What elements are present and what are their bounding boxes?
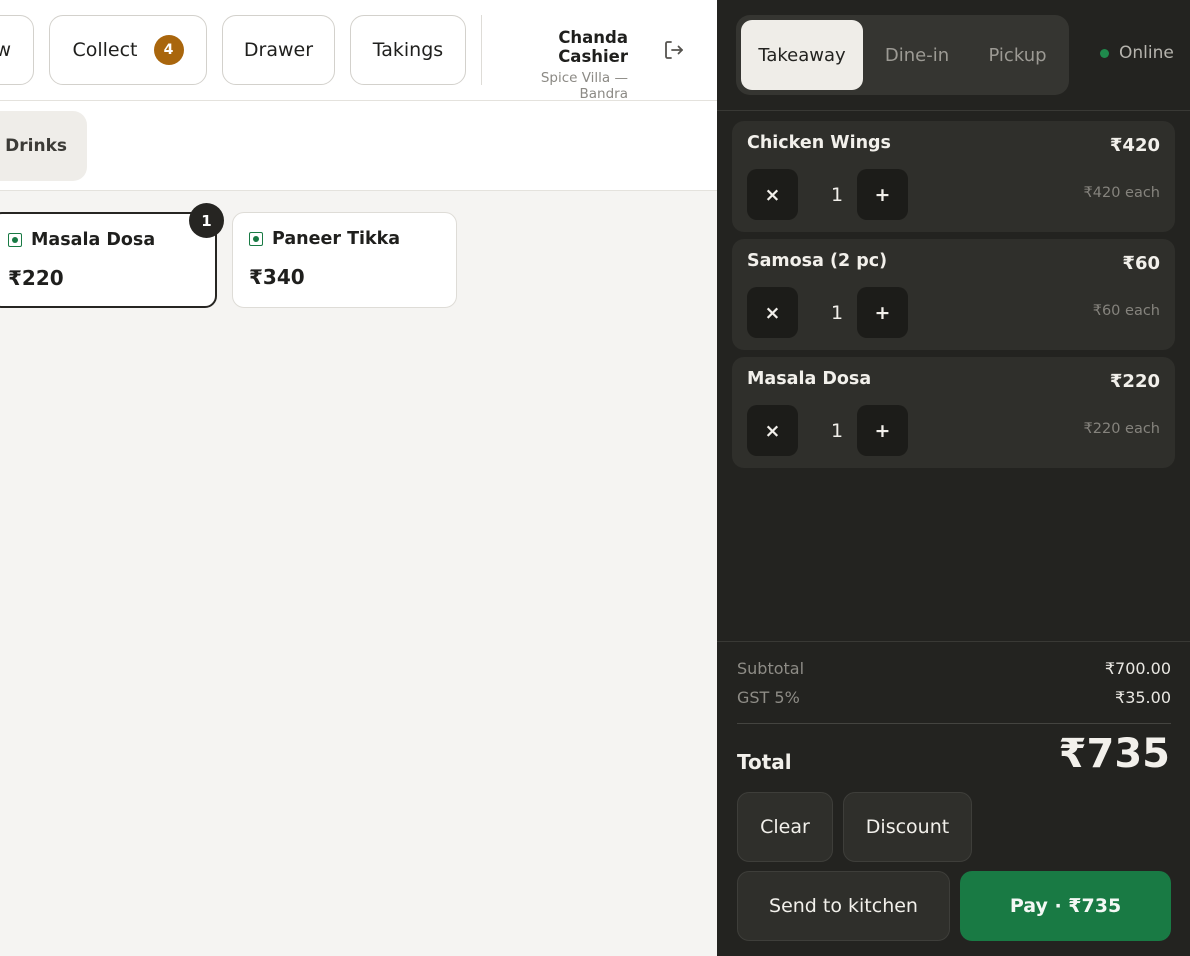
toolbar-button-partial[interactable]: w: [0, 15, 34, 85]
order-line-item: Masala Dosa ₹220 × 1 + ₹220 each: [732, 357, 1175, 468]
order-item-qty: 1: [830, 419, 844, 442]
category-bar: & Drinks: [0, 101, 717, 191]
top-toolbar: w Collect 4 Drawer Takings Chanda Cashie…: [0, 0, 717, 102]
order-item-unit-price: ₹60 each: [1092, 303, 1160, 319]
mode-pickup[interactable]: Pickup: [971, 20, 1064, 90]
collect-count-badge: 4: [153, 35, 184, 65]
toolbar-divider: [481, 15, 482, 85]
category-tab-drinks[interactable]: & Drinks: [0, 111, 87, 181]
order-item-unit-price: ₹220 each: [1083, 421, 1160, 437]
total-divider: [737, 723, 1171, 724]
tax-row: GST 5% ₹35.00: [737, 688, 1171, 707]
total-label: Total: [737, 750, 792, 774]
logout-icon[interactable]: [662, 38, 686, 62]
menu-item-name-text: Paneer Tikka: [272, 229, 401, 249]
subtotal-row: Subtotal ₹700.00: [737, 659, 1171, 678]
mode-takeaway[interactable]: Takeaway: [741, 20, 863, 90]
clear-button[interactable]: Clear: [737, 792, 833, 862]
order-item-name: Chicken Wings: [747, 133, 891, 153]
user-name: Chanda Cashier: [558, 28, 628, 66]
order-item-unit-price: ₹420 each: [1083, 185, 1160, 201]
online-dot-icon: [1100, 48, 1109, 58]
menu-item-card[interactable]: Paneer Tikka ₹340: [232, 212, 457, 308]
toolbar-button-partial-label: w: [0, 39, 11, 61]
order-line-item: Chicken Wings ₹420 × 1 + ₹420 each: [732, 121, 1175, 232]
menu-item-name: Masala Dosa: [8, 230, 155, 250]
order-item-qty: 1: [830, 301, 844, 324]
order-item-name: Masala Dosa: [747, 369, 872, 389]
send-to-kitchen-button[interactable]: Send to kitchen: [737, 871, 950, 941]
collect-label: Collect: [72, 39, 138, 61]
mode-dine-in[interactable]: Dine-in: [867, 20, 967, 90]
menu-item-name: Paneer Tikka: [249, 229, 400, 249]
remove-item-button[interactable]: ×: [747, 169, 798, 220]
total-value: ₹735: [1058, 731, 1170, 777]
connection-status: Online: [1100, 43, 1174, 63]
subtotal-value: ₹700.00: [1104, 659, 1171, 678]
veg-indicator-icon: [8, 233, 22, 247]
increment-qty-button[interactable]: +: [857, 405, 908, 456]
summary-divider: [717, 641, 1190, 642]
connection-status-label: Online: [1119, 43, 1174, 63]
subtotal-label: Subtotal: [737, 659, 805, 678]
discount-button[interactable]: Discount: [843, 792, 972, 862]
order-item-name: Samosa (2 pc): [747, 251, 888, 271]
tax-label: GST 5%: [737, 688, 800, 707]
order-line-item: Samosa (2 pc) ₹60 × 1 + ₹60 each: [732, 239, 1175, 350]
veg-indicator-icon: [249, 232, 263, 246]
order-item-qty: 1: [830, 183, 844, 206]
menu-pane: w Collect 4 Drawer Takings Chanda Cashie…: [0, 0, 717, 956]
category-tab-label: & Drinks: [0, 136, 67, 156]
takings-label: Takings: [372, 39, 444, 61]
increment-qty-button[interactable]: +: [857, 169, 908, 220]
remove-item-button[interactable]: ×: [747, 405, 798, 456]
collect-button[interactable]: Collect 4: [49, 15, 207, 85]
pay-button[interactable]: Pay · ₹735: [960, 871, 1171, 941]
user-location: Spice Villa — Bandra: [540, 70, 628, 102]
drawer-label: Drawer: [243, 39, 314, 61]
takings-button[interactable]: Takings: [350, 15, 466, 85]
order-item-total: ₹220: [1109, 371, 1160, 392]
remove-item-button[interactable]: ×: [747, 287, 798, 338]
panel-divider: [717, 110, 1190, 111]
order-item-total: ₹60: [1122, 253, 1160, 274]
order-mode-selector: Takeaway Dine-in Pickup: [736, 15, 1069, 95]
menu-item-price: ₹340: [249, 265, 305, 289]
cart-qty-badge: 1: [189, 203, 224, 238]
order-item-total: ₹420: [1109, 135, 1160, 156]
tax-value: ₹35.00: [1115, 688, 1171, 707]
increment-qty-button[interactable]: +: [857, 287, 908, 338]
drawer-button[interactable]: Drawer: [222, 15, 335, 85]
menu-item-name-text: Masala Dosa: [31, 230, 156, 250]
menu-item-card[interactable]: Masala Dosa ₹220: [0, 212, 217, 308]
order-panel: Takeaway Dine-in Pickup Online Chicken W…: [717, 0, 1190, 956]
menu-item-price: ₹220: [8, 266, 64, 290]
user-info: Chanda Cashier Spice Villa — Bandra: [496, 28, 628, 102]
